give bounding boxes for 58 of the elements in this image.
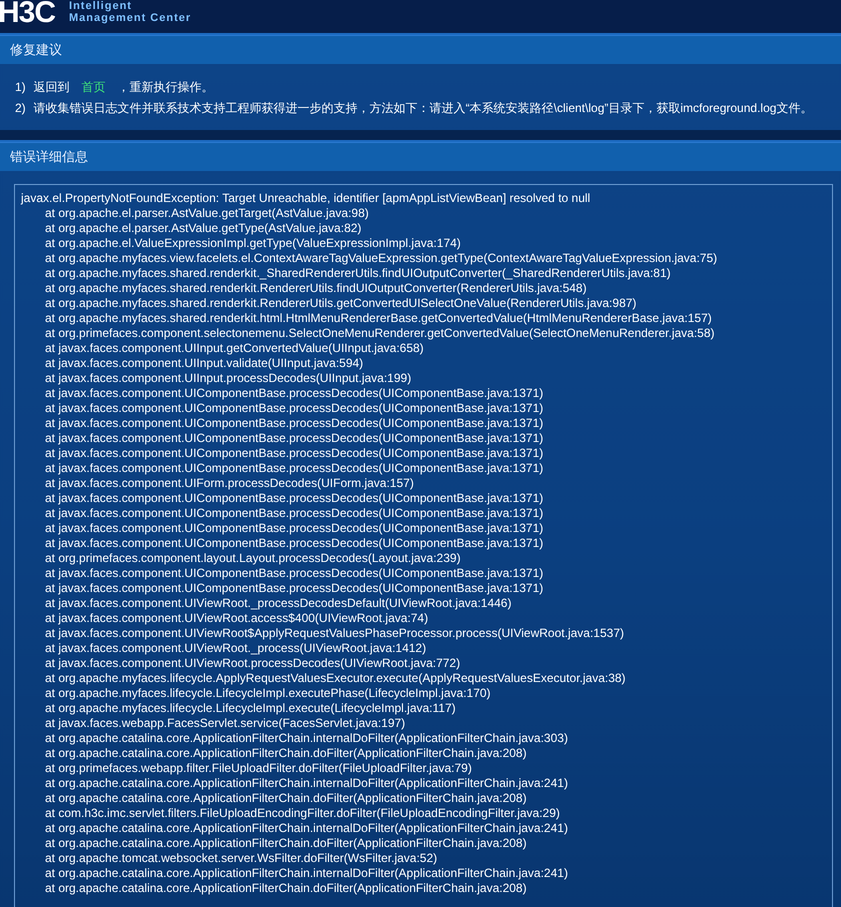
section-title: 错误详细信息 [10,148,88,166]
step-text: 请收集错误日志文件并联系技术支持工程师获得进一步的支持，方法如下：请进入“本系统安装路径\client\log”目录下，获取imcforeground.log文件。 [34,101,812,116]
stack-frame: at javax.faces.component.UIComponentBase.processDecodes(UIComponentBase.java:1371) [21,431,826,446]
stack-frame: at org.apache.catalina.core.ApplicationFilterChain.internalDoFilter(ApplicationFilterChain.java:241) [21,866,826,881]
stack-frame: at org.primefaces.webapp.filter.FileUploadFilter.doFilter(FileUploadFilter.java:79) [21,761,826,776]
stack-frame: at org.apache.myfaces.view.facelets.el.ContextAwareTagValueExpression.getType(ContextAwareTagValueExpression.java:75) [21,251,826,266]
stack-frame: at org.apache.catalina.core.ApplicationFilterChain.doFilter(ApplicationFilterChain.java:208) [21,791,826,806]
stack-frame: at javax.faces.component.UIViewRoot._processDecodesDefault(UIViewRoot.java:1446) [21,596,826,611]
section-title: 修复建议 [10,41,62,59]
stack-frame: at com.h3c.imc.servlet.filters.FileUploadEncodingFilter.doFilter(FileUploadEncodingFilter.java:29) [21,806,826,821]
stack-frame: at javax.faces.component.UIComponentBase.processDecodes(UIComponentBase.java:1371) [21,416,826,431]
stack-frame: at org.apache.el.parser.AstValue.getType(AstValue.java:82) [21,221,826,236]
home-link[interactable]: 首页 [82,80,106,95]
step-number: 2) [15,101,26,116]
stack-frame: at org.apache.myfaces.shared.renderkit.RendererUtils.findUIOutputConverter(RendererUtils.java:548) [21,281,826,296]
stack-frame: at javax.faces.component.UIComponentBase.processDecodes(UIComponentBase.java:1371) [21,461,826,476]
stack-frame: at javax.faces.component.UIInput.processDecodes(UIInput.java:199) [21,371,826,386]
stack-frame: at org.primefaces.component.selectonemenu.SelectOneMenuRenderer.getConvertedValue(SelectOneMenuRenderer.java:58) [21,326,826,341]
stack-frame: at javax.faces.component.UIComponentBase.processDecodes(UIComponentBase.java:1371) [21,506,826,521]
stack-frame: at org.apache.myfaces.shared.renderkit.RendererUtils.getConvertedUISelectOneValue(RendererUtils.java:987) [21,296,826,311]
stack-frame: at javax.faces.component.UIComponentBase.processDecodes(UIComponentBase.java:1371) [21,401,826,416]
step-text: 返回到 [34,80,70,95]
product-name: Intelligent [69,0,133,12]
stack-frame: at javax.faces.component.UIInput.validate(UIInput.java:594) [21,356,826,371]
stack-frame: at org.apache.myfaces.lifecycle.ApplyRequestValuesExecutor.execute(ApplyRequestValuesExecutor.java:38) [21,671,826,686]
stack-frame: at org.apache.myfaces.lifecycle.LifecycleImpl.execute(LifecycleImpl.java:117) [21,701,826,716]
exception-message: javax.el.PropertyNotFoundException: Target Unreachable, identifier [apmAppListViewBean] resolved to null [21,191,592,206]
stack-frame: at javax.faces.component.UIComponentBase.processDecodes(UIComponentBase.java:1371) [21,566,826,581]
stack-frame: at javax.faces.component.UIComponentBase.processDecodes(UIComponentBase.java:1371) [21,386,826,401]
stack-frame: at org.apache.catalina.core.ApplicationFilterChain.internalDoFilter(ApplicationFilterChain.java:241) [21,821,826,836]
stack-frame: at javax.faces.component.UIComponentBase.processDecodes(UIComponentBase.java:1371) [21,491,826,506]
stack-frame: at javax.faces.component.UIComponentBase.processDecodes(UIComponentBase.java:1371) [21,446,826,461]
stack-frame: at org.apache.el.parser.AstValue.getTarget(AstValue.java:98) [21,206,826,221]
stack-frame: at org.apache.el.ValueExpressionImpl.getType(ValueExpressionImpl.java:174) [21,236,826,251]
stack-frame: at javax.faces.webapp.FacesServlet.service(FacesServlet.java:197) [21,716,826,731]
product-name: Management Center [69,12,192,24]
stack-frame: at org.apache.catalina.core.ApplicationFilterChain.doFilter(ApplicationFilterChain.java:208) [21,746,826,761]
logo-text: H3C [0,0,56,26]
stack-frame: at org.apache.catalina.core.ApplicationFilterChain.internalDoFilter(ApplicationFilterChain.java:241) [21,776,826,791]
stack-frame: at javax.faces.component.UIViewRoot$ApplyRequestValuesPhaseProcessor.process(UIViewRoot.java:1537) [21,626,826,641]
stack-frame: at javax.faces.component.UIForm.processDecodes(UIForm.java:157) [21,476,826,491]
step-number: 1) [15,80,26,95]
stack-frame: at org.apache.tomcat.websocket.server.WsFilter.doFilter(WsFilter.java:52) [21,851,826,866]
stack-frame: at javax.faces.component.UIViewRoot.processDecodes(UIViewRoot.java:772) [21,656,826,671]
stack-frame: at org.apache.catalina.core.ApplicationFilterChain.doFilter(ApplicationFilterChain.java:208) [21,881,826,896]
stack-frame: at org.apache.catalina.core.ApplicationFilterChain.doFilter(ApplicationFilterChain.java:208) [21,836,826,851]
stack-frame: at javax.faces.component.UIComponentBase.processDecodes(UIComponentBase.java:1371) [21,581,826,596]
stack-frame: at javax.faces.component.UIInput.getConvertedValue(UIInput.java:658) [21,341,826,356]
stack-frame: at org.apache.catalina.core.ApplicationFilterChain.internalDoFilter(ApplicationFilterChain.java:303) [21,731,826,746]
stack-frame: at javax.faces.component.UIViewRoot.access$400(UIViewRoot.java:74) [21,611,826,626]
step-text: ，重新执行操作。 [118,80,214,95]
stack-frame: at javax.faces.component.UIComponentBase.processDecodes(UIComponentBase.java:1371) [21,536,826,551]
stack-frame: at javax.faces.component.UIComponentBase.processDecodes(UIComponentBase.java:1371) [21,521,826,536]
stack-frame: at javax.faces.component.UIViewRoot._process(UIViewRoot.java:1412) [21,641,826,656]
stack-frame: at org.apache.myfaces.shared.renderkit._SharedRendererUtils.findUIOutputConverter(_SharedRendererUtils.java:81) [21,266,826,281]
stack-frame: at org.apache.myfaces.lifecycle.LifecycleImpl.executePhase(LifecycleImpl.java:170) [21,686,826,701]
stack-frame: at org.apache.myfaces.shared.renderkit.html.HtmlMenuRendererBase.getConvertedValue(HtmlMenuRendererBase.java:157) [21,311,826,326]
stack-frame: at org.primefaces.component.layout.Layout.processDecodes(Layout.java:239) [21,551,826,566]
